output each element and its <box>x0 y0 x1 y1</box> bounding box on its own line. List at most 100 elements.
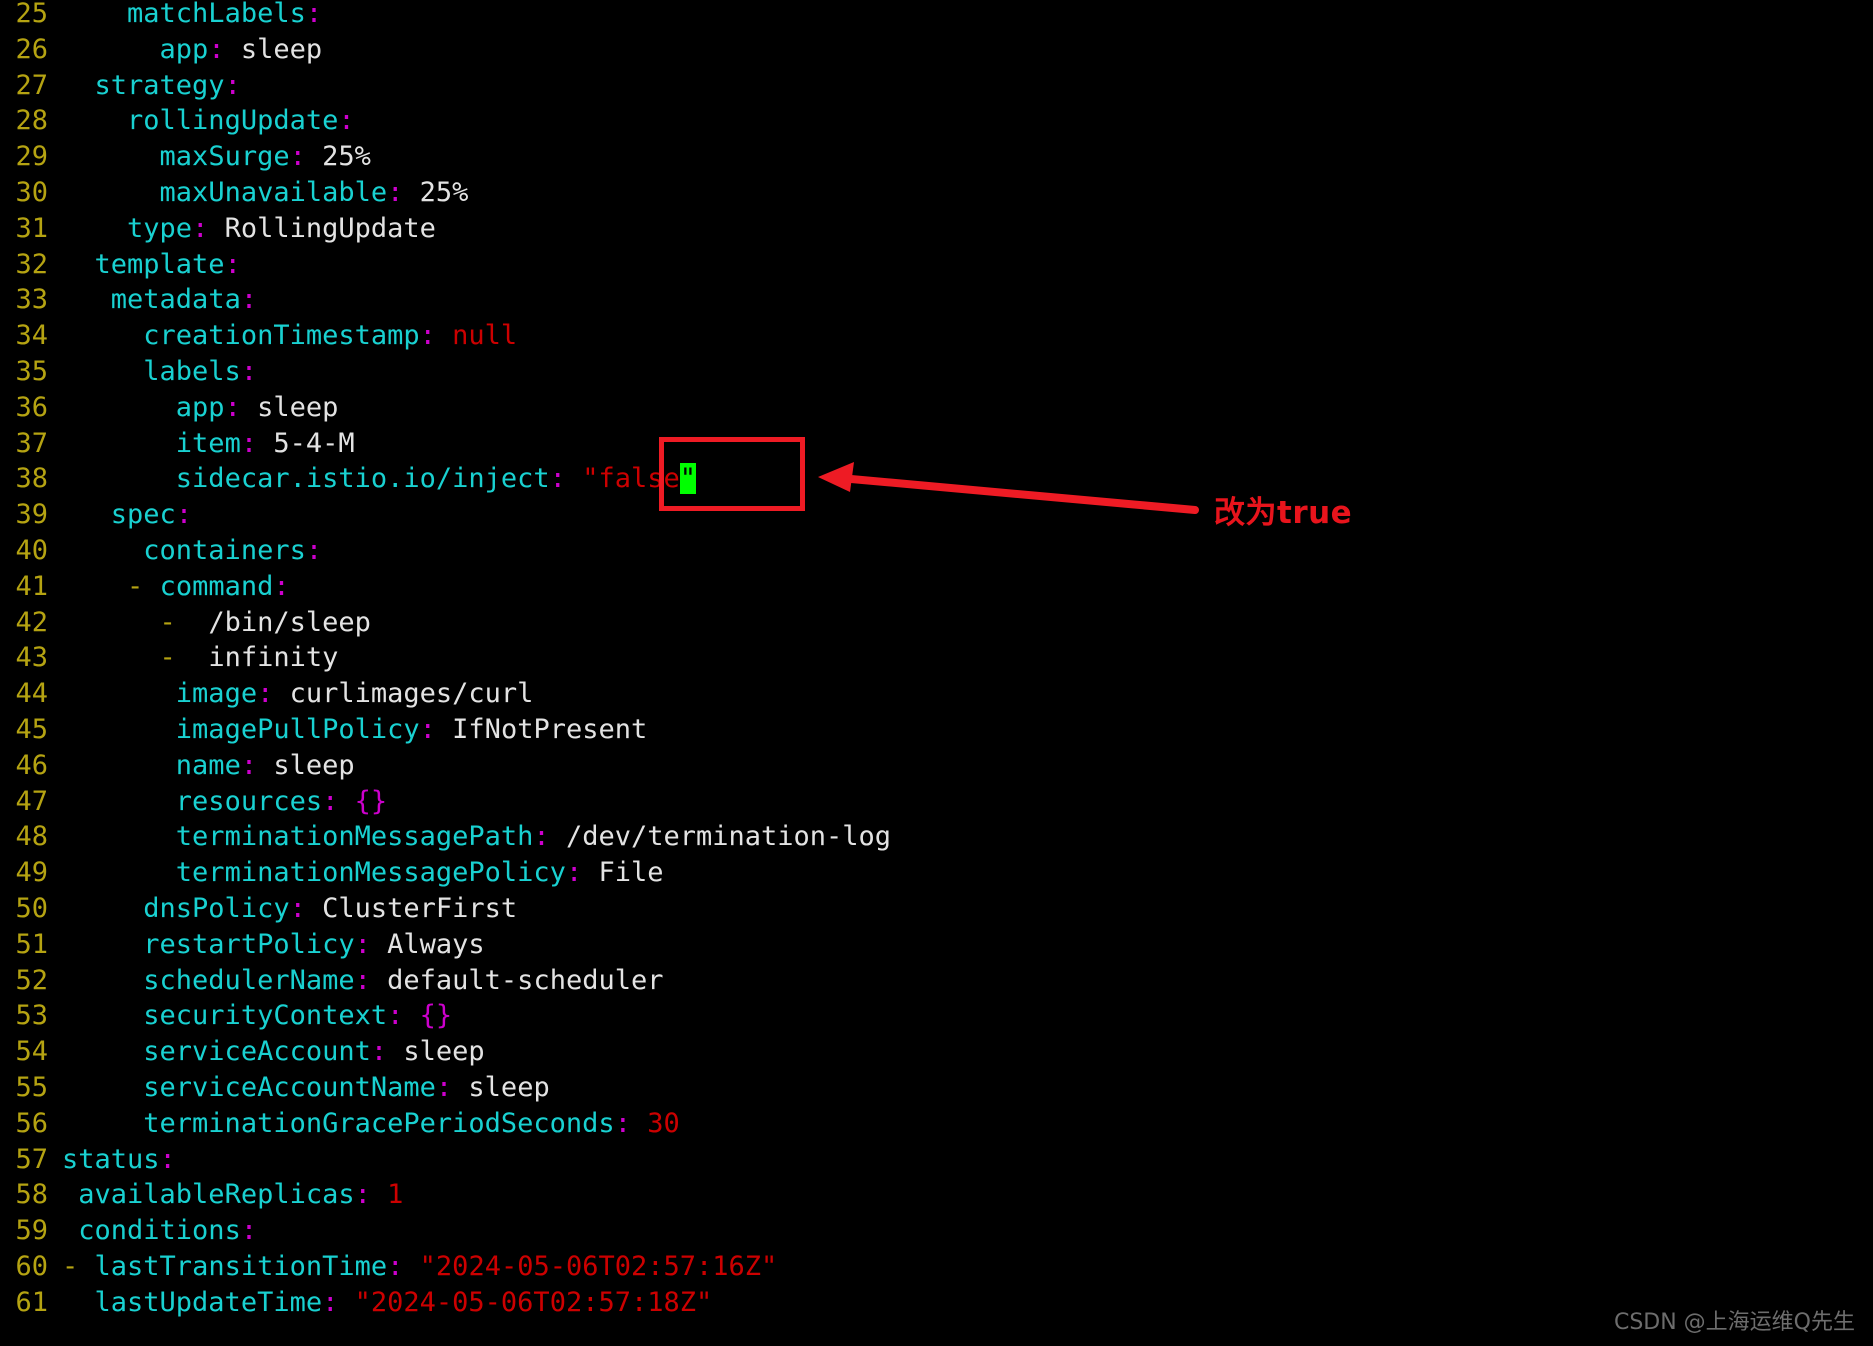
line-number: 41 <box>15 570 48 602</box>
yaml-key: app <box>175 391 225 423</box>
yaml-colon: : <box>533 821 550 853</box>
code-line[interactable]: 35 labels: <box>0 354 891 390</box>
yaml-value: RollingUpdate <box>224 212 436 244</box>
line-number: 51 <box>15 928 48 960</box>
code-line[interactable]: 25 matchLabels: <box>0 0 891 32</box>
code-line[interactable]: 49 terminationMessagePolicy: File <box>0 855 891 891</box>
yaml-key: lastTransitionTime <box>94 1250 388 1282</box>
yaml-key: name <box>175 749 241 781</box>
code-line[interactable]: 36 app: sleep <box>0 390 891 426</box>
yaml-key: availableReplicas <box>78 1179 355 1211</box>
code-line[interactable]: 33 metadata: <box>0 282 891 318</box>
yaml-colon: : <box>419 320 436 352</box>
code-line[interactable]: 57 status: <box>0 1142 891 1178</box>
yaml-colon: : <box>192 212 209 244</box>
code-line[interactable]: 46 name: sleep <box>0 748 891 784</box>
code-line[interactable]: 61 lastUpdateTime: "2024-05-06T02:57:18Z… <box>0 1285 891 1321</box>
line-number: 39 <box>15 499 48 531</box>
code-line[interactable]: 58 availableReplicas: 1 <box>0 1177 891 1213</box>
code-line[interactable]: 37 item: 5-4-M <box>0 426 891 462</box>
yaml-value: IfNotPresent <box>452 713 648 745</box>
code-line[interactable]: 29 maxSurge: 25% <box>0 139 891 175</box>
line-number: 45 <box>15 713 48 745</box>
code-line[interactable]: 32 template: <box>0 247 891 283</box>
code-line[interactable]: 44 image: curlimages/curl <box>0 676 891 712</box>
yaml-colon: : <box>354 1179 371 1211</box>
code-line[interactable]: 30 maxUnavailable: 25% <box>0 175 891 211</box>
code-line[interactable]: 41 - command: <box>0 569 891 605</box>
terminal-window[interactable]: 25 matchLabels: 26 app: sleep 27 strategy:… <box>0 0 1873 1346</box>
code-line[interactable]: 43 - infinity <box>0 640 891 676</box>
yaml-value: 25% <box>419 176 469 208</box>
yaml-value: {} <box>354 785 388 817</box>
yaml-colon: : <box>387 176 404 208</box>
code-line[interactable]: 42 - /bin/sleep <box>0 605 891 641</box>
yaml-key: rollingUpdate <box>127 105 339 137</box>
yaml-colon: : <box>240 355 258 387</box>
code-line[interactable]: 52 schedulerName: default-scheduler <box>0 963 891 999</box>
yaml-key: matchLabels <box>127 0 306 29</box>
code-line[interactable]: 60- lastTransitionTime: "2024-05-06T02:5… <box>0 1249 891 1285</box>
line-number: 29 <box>15 141 48 173</box>
yaml-value: {} <box>419 1000 453 1032</box>
code-line[interactable]: 38 sidecar.istio.io/inject: "false" <box>0 461 891 497</box>
yaml-value: Always <box>387 928 485 960</box>
yaml-code-listing[interactable]: 25 matchLabels: 26 app: sleep 27 strategy:… <box>0 0 891 1320</box>
yaml-value: File <box>598 857 664 889</box>
code-line[interactable]: 47 resources: {} <box>0 784 891 820</box>
code-line[interactable]: 54 serviceAccount: sleep <box>0 1034 891 1070</box>
yaml-key: type <box>127 212 193 244</box>
code-line[interactable]: 40 containers: <box>0 533 891 569</box>
code-line[interactable]: 59 conditions: <box>0 1213 891 1249</box>
list-dash: - <box>159 606 176 638</box>
yaml-key: template <box>94 248 225 280</box>
yaml-value: null <box>452 320 518 352</box>
code-line[interactable]: 27 strategy: <box>0 68 891 104</box>
yaml-value: "2024-05-06T02:57:16Z" <box>419 1250 778 1282</box>
list-dash: - <box>62 1250 79 1282</box>
line-number: 55 <box>15 1071 48 1103</box>
yaml-value: sleep <box>257 391 339 423</box>
code-line[interactable]: 45 imagePullPolicy: IfNotPresent <box>0 712 891 748</box>
code-line[interactable]: 26 app: sleep <box>0 32 891 68</box>
code-line[interactable]: 48 terminationMessagePath: /dev/terminat… <box>0 819 891 855</box>
code-line[interactable]: 51 restartPolicy: Always <box>0 927 891 963</box>
code-line[interactable]: 53 securityContext: {} <box>0 998 891 1034</box>
code-line[interactable]: 55 serviceAccountName: sleep <box>0 1070 891 1106</box>
line-number: 35 <box>15 355 48 387</box>
code-line[interactable]: 34 creationTimestamp: null <box>0 318 891 354</box>
code-line[interactable]: 56 terminationGracePeriodSeconds: 30 <box>0 1106 891 1142</box>
yaml-key: spec <box>110 499 176 531</box>
line-number: 47 <box>15 785 48 817</box>
line-number: 26 <box>15 33 48 65</box>
line-number: 42 <box>15 606 48 638</box>
code-line[interactable]: 28 rollingUpdate: <box>0 103 891 139</box>
yaml-colon: : <box>208 33 225 65</box>
code-line[interactable]: 39 spec: <box>0 497 891 533</box>
code-line[interactable]: 31 type: RollingUpdate <box>0 211 891 247</box>
code-line[interactable]: 50 dnsPolicy: ClusterFirst <box>0 891 891 927</box>
yaml-key: containers <box>143 534 306 566</box>
yaml-key: dnsPolicy <box>143 892 290 924</box>
yaml-key: terminationMessagePolicy <box>175 857 566 889</box>
yaml-colon: : <box>322 1286 339 1318</box>
yaml-colon: : <box>224 69 241 101</box>
yaml-colon: : <box>387 1000 404 1032</box>
